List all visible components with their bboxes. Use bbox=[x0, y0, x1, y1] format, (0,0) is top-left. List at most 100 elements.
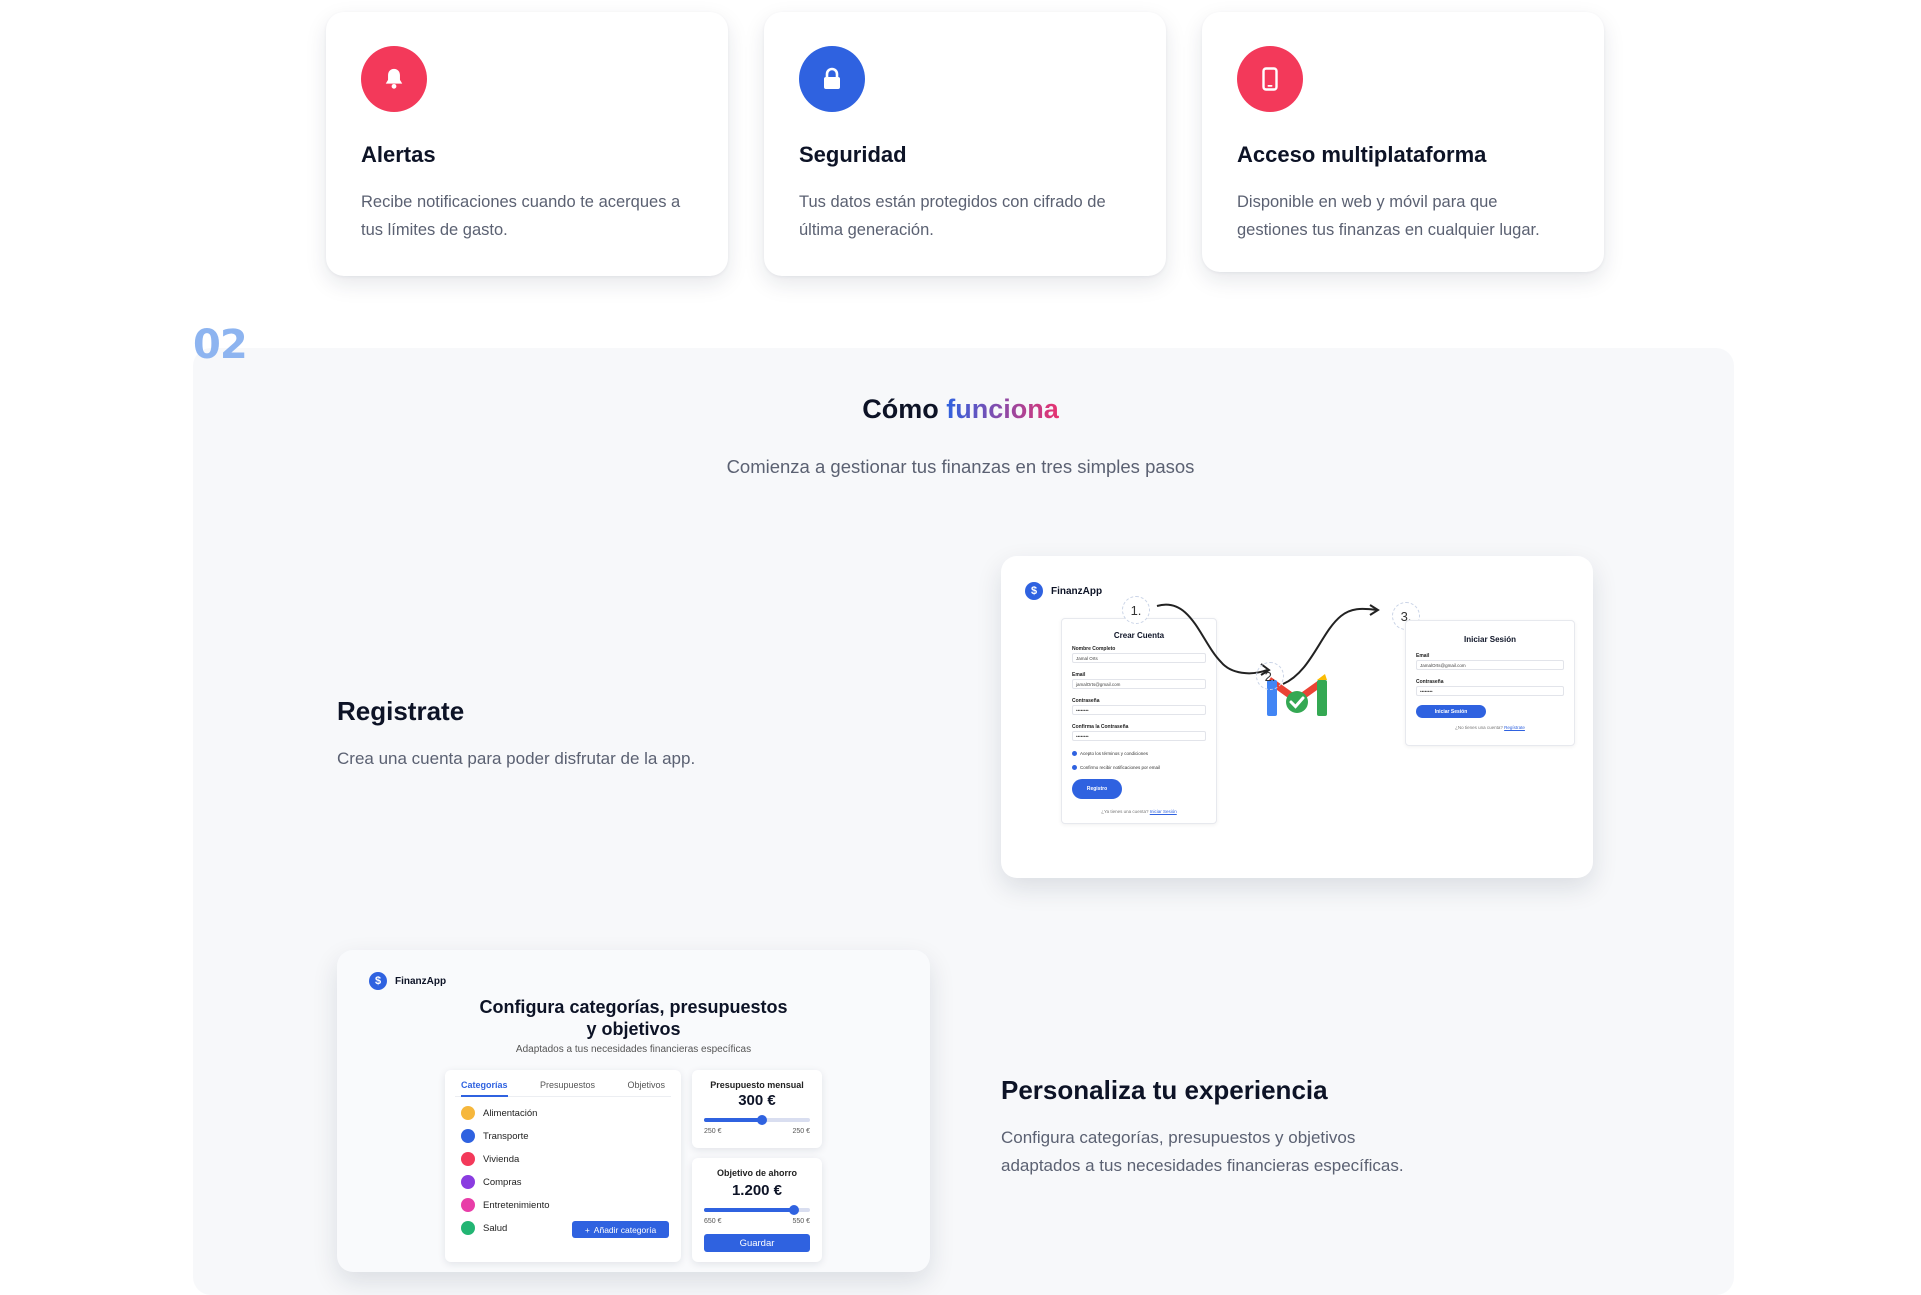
smartphone-icon bbox=[1237, 46, 1303, 112]
field-label: Contraseña bbox=[1416, 679, 1444, 685]
brand-name: FinanzApp bbox=[395, 975, 447, 987]
category-color-icon bbox=[461, 1152, 475, 1166]
checkbox-label: Acepto los términos y condiciones bbox=[1080, 751, 1149, 756]
page: Alertas Recibe notificaciones cuando te … bbox=[0, 0, 1921, 1295]
login-form: Iniciar Sesión Email JamalOrts@gmail.com… bbox=[1405, 620, 1575, 746]
confirm-password-field[interactable]: •••••••• bbox=[1072, 731, 1206, 741]
save-button[interactable]: Guardar bbox=[704, 1234, 810, 1252]
config-tabs: Categorías Presupuestos Objetivos bbox=[455, 1080, 671, 1097]
category-color-icon bbox=[461, 1106, 475, 1120]
config-subtitle: Adaptados a tus necesidades financieras … bbox=[515, 1044, 752, 1055]
dollar-icon: $ bbox=[369, 972, 387, 990]
password-field[interactable]: •••••••• bbox=[1072, 705, 1206, 715]
register-prompt: ¿No tienes una cuenta? Regístrate bbox=[1406, 725, 1574, 730]
category-label: Transporte bbox=[483, 1130, 529, 1142]
register-screenshot: $ FinanzApp Crear Cuenta Nombre Completo… bbox=[1001, 556, 1593, 878]
category-color-icon bbox=[461, 1129, 475, 1143]
budget-slider-handle[interactable] bbox=[757, 1115, 768, 1125]
flow-arrows bbox=[1156, 603, 1380, 685]
category-label: Compras bbox=[483, 1176, 522, 1188]
saving-value: 1.200 € bbox=[731, 1182, 783, 1199]
dollar-icon: $ bbox=[1025, 582, 1043, 600]
tab-goals[interactable]: Objetivos bbox=[627, 1080, 665, 1090]
category-item[interactable]: Alimentación bbox=[461, 1106, 537, 1120]
category-color-icon bbox=[461, 1175, 475, 1189]
feature-card-multiplatform: Acceso multiplataforma Disponible en web… bbox=[1202, 12, 1604, 272]
feature-card-alerts: Alertas Recibe notificaciones cuando te … bbox=[326, 12, 728, 276]
login-prompt: ¿Ya tienes una cuenta? Iniciar Sesión bbox=[1062, 809, 1216, 814]
feature-title: Acceso multiplataforma bbox=[1237, 142, 1487, 167]
category-item[interactable]: Vivienda bbox=[461, 1152, 519, 1166]
step-title: Registrate bbox=[337, 696, 465, 726]
register-button[interactable]: Registro bbox=[1072, 779, 1122, 799]
feature-title: Alertas bbox=[361, 142, 436, 167]
step-number-badge: 2. bbox=[1256, 662, 1284, 690]
login-link[interactable]: Iniciar Sesión bbox=[1150, 809, 1177, 814]
field-label: Contraseña bbox=[1072, 698, 1100, 704]
lock-icon bbox=[799, 46, 865, 112]
step-text: Crea una cuenta para poder disfrutar de … bbox=[337, 749, 696, 768]
section-title-accent: funciona bbox=[946, 394, 1059, 424]
category-label: Vivienda bbox=[483, 1153, 520, 1165]
feature-text: Tus datos están protegidos con cifrado d… bbox=[799, 193, 1106, 239]
budget-min: 250 € bbox=[704, 1128, 722, 1135]
saving-min: 650 € bbox=[704, 1218, 722, 1225]
brand: $ FinanzApp bbox=[1025, 582, 1102, 600]
config-title-line1: Configura categorías, presupuestos bbox=[479, 997, 788, 1017]
section-title: Cómo funciona bbox=[0, 394, 1921, 425]
saving-slider[interactable] bbox=[704, 1205, 810, 1215]
category-label: Alimentación bbox=[483, 1107, 538, 1119]
saving-goal-panel: Objetivo de ahorro 1.200 € 650 € 550 € G… bbox=[692, 1158, 822, 1262]
step-text: Configura categorías, presupuestos y obj… bbox=[1001, 1128, 1404, 1175]
category-label: Entretenimiento bbox=[483, 1199, 550, 1211]
budget-value: 300 € bbox=[738, 1092, 776, 1109]
register-link[interactable]: Regístrate bbox=[1504, 725, 1525, 730]
email-field[interactable]: JamalOrts@gmail.com bbox=[1416, 660, 1564, 670]
section-subtitle: Comienza a gestionar tus finanzas en tre… bbox=[726, 456, 1195, 477]
terms-checkbox[interactable]: Acepto los términos y condiciones bbox=[1072, 751, 1148, 756]
form-title: Iniciar Sesión bbox=[1463, 635, 1517, 644]
step-number-badge: 1. bbox=[1122, 596, 1150, 624]
budget-slider-fill bbox=[704, 1118, 763, 1122]
feature-card-security: Seguridad Tus datos están protegidos con… bbox=[764, 12, 1166, 276]
budget-title: Presupuesto mensual bbox=[710, 1080, 804, 1090]
category-item[interactable]: Compras bbox=[461, 1175, 522, 1189]
category-label: Salud bbox=[483, 1222, 508, 1234]
field-label: Nombre Completo bbox=[1072, 646, 1116, 652]
field-label: Email bbox=[1072, 672, 1086, 678]
monthly-budget-panel: Presupuesto mensual 300 € 250 € 250 € bbox=[692, 1070, 822, 1148]
login-button[interactable]: Iniciar Sesión bbox=[1416, 705, 1486, 718]
step-title: Personaliza tu experiencia bbox=[1001, 1075, 1328, 1105]
category-color-icon bbox=[461, 1198, 475, 1212]
category-item[interactable]: Salud bbox=[461, 1221, 507, 1235]
feature-text: Disponible en web y móvil para que gesti… bbox=[1237, 193, 1540, 239]
saving-range: 650 € 550 € bbox=[704, 1218, 810, 1225]
budget-slider[interactable] bbox=[704, 1115, 810, 1125]
category-item[interactable]: Entretenimiento bbox=[461, 1198, 550, 1212]
feature-text: Recibe notificaciones cuando te acerques… bbox=[361, 193, 681, 239]
field-label: Email bbox=[1416, 653, 1430, 659]
plus-icon: + bbox=[584, 1224, 590, 1235]
saving-max: 550 € bbox=[792, 1218, 810, 1225]
budget-range: 250 € 250 € bbox=[704, 1128, 810, 1135]
section-number: 02 bbox=[193, 322, 248, 368]
budget-max: 250 € bbox=[792, 1128, 810, 1135]
category-color-icon bbox=[461, 1221, 475, 1235]
brand: $ FinanzApp bbox=[369, 972, 446, 990]
saving-slider-handle[interactable] bbox=[789, 1205, 800, 1215]
checkbox-label: Confirmo recibir notificaciones por emai… bbox=[1080, 765, 1161, 770]
bell-icon bbox=[361, 46, 427, 112]
tab-categories[interactable]: Categorías bbox=[461, 1080, 508, 1097]
prompt-text: ¿No tienes una cuenta? bbox=[1455, 725, 1503, 730]
configure-screenshot: $ FinanzApp Configura categorías, presup… bbox=[337, 950, 930, 1272]
add-category-label: Añadir categoría bbox=[593, 1224, 657, 1235]
brand-name: FinanzApp bbox=[1051, 585, 1103, 597]
saving-title: Objetivo de ahorro bbox=[716, 1168, 797, 1178]
tab-budgets[interactable]: Presupuestos bbox=[540, 1080, 595, 1090]
add-category-button[interactable]: + Añadir categoría bbox=[572, 1221, 669, 1238]
feature-title: Seguridad bbox=[799, 142, 907, 167]
notifications-checkbox[interactable]: Confirmo recibir notificaciones por emai… bbox=[1072, 765, 1160, 770]
prompt-text: ¿Ya tienes una cuenta? bbox=[1101, 809, 1149, 814]
category-item[interactable]: Transporte bbox=[461, 1129, 529, 1143]
password-field[interactable]: •••••••• bbox=[1416, 686, 1564, 696]
